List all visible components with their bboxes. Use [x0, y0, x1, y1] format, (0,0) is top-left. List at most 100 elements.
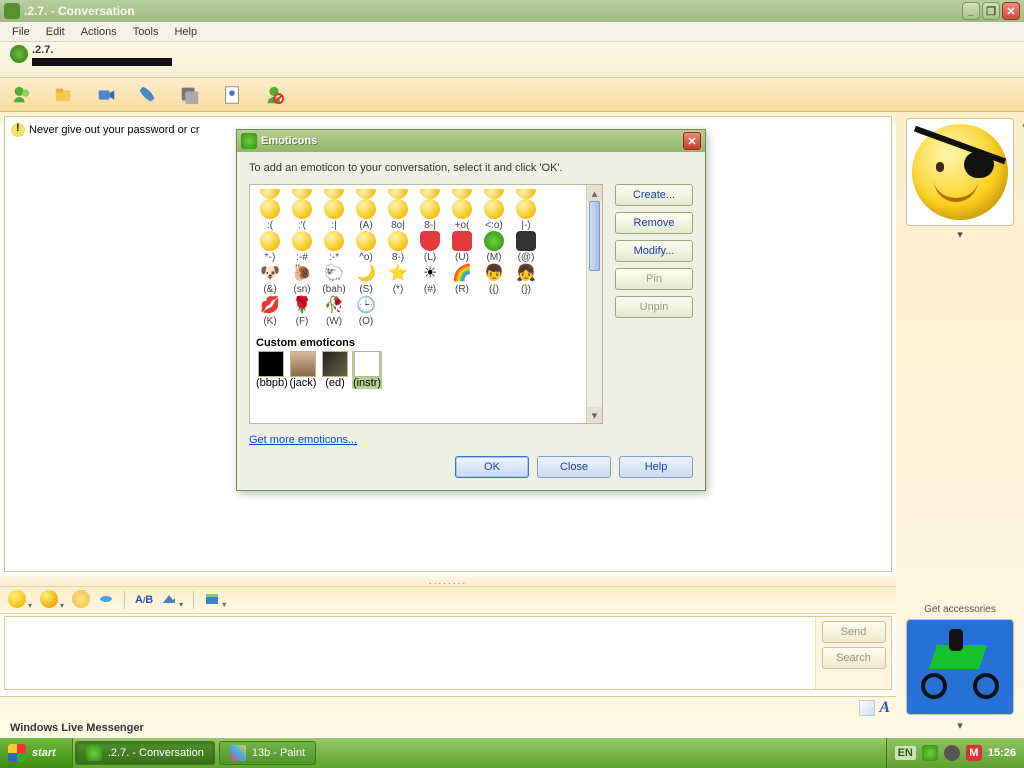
maximize-button[interactable]: ❐ — [982, 2, 1000, 20]
text-tab-icon[interactable]: A — [879, 699, 890, 717]
taskbar-item-conversation[interactable]: .2.7. - Conversation — [75, 741, 215, 765]
background-button[interactable]: ▾ — [161, 591, 183, 610]
send-file-button[interactable] — [50, 81, 78, 109]
menu-help[interactable]: Help — [166, 24, 205, 40]
emoticon-item[interactable]: (A) — [350, 199, 382, 231]
emoticon-item[interactable]: 🥀(W) — [318, 295, 350, 327]
emoticon-item[interactable]: 🌈(R) — [446, 263, 478, 295]
invite-button[interactable] — [8, 81, 36, 109]
voice-clip-button[interactable] — [72, 590, 90, 611]
scroll-down-button[interactable]: ▾ — [587, 407, 602, 423]
menu-edit[interactable]: Edit — [38, 24, 73, 40]
emoticon-item[interactable]: 🐑(bah) — [318, 263, 350, 295]
emoticon-item[interactable]: 🕒(O) — [350, 295, 382, 327]
send-button[interactable]: Send — [822, 621, 886, 643]
emoticon-item[interactable]: <:o) — [478, 199, 510, 231]
font-button[interactable]: A/B — [135, 594, 153, 606]
emoticon-list[interactable]: :(:'(:|(A)8o|8-|+o(<:o)|-) *-):-#:-*^o)8-… — [249, 184, 603, 424]
menu-file[interactable]: File — [4, 24, 38, 40]
video-call-button[interactable] — [92, 81, 120, 109]
emoticon-item[interactable] — [254, 189, 286, 199]
message-input[interactable] — [5, 617, 815, 689]
emoticon-item[interactable] — [382, 189, 414, 199]
menu-actions[interactable]: Actions — [73, 24, 125, 40]
emoticon-item[interactable]: 👧(}) — [510, 263, 542, 295]
emoticon-item[interactable]: (M) — [478, 231, 510, 263]
emoticon-item[interactable]: 🐌(sn) — [286, 263, 318, 295]
dialog-close-button[interactable]: ✕ — [683, 132, 701, 150]
emoticon-item[interactable] — [446, 189, 478, 199]
emoticon-item[interactable]: 8-| — [414, 199, 446, 231]
emoticon-item[interactable]: +o( — [446, 199, 478, 231]
packs-button[interactable]: ▾ — [204, 591, 226, 610]
search-button[interactable]: Search — [822, 647, 886, 669]
scroll-up-button[interactable]: ▴ — [587, 185, 602, 201]
emoticon-item[interactable]: ⭐(*) — [382, 263, 414, 295]
modify-emoticon-button[interactable]: Modify... — [615, 240, 693, 262]
emoticon-item[interactable] — [318, 189, 350, 199]
start-button[interactable]: start — [0, 738, 73, 768]
emoticon-item[interactable]: 8-) — [382, 231, 414, 263]
emoticon-item[interactable]: 🌙(S) — [350, 263, 382, 295]
tray-volume-icon[interactable] — [944, 745, 960, 761]
unpin-emoticon-button[interactable]: Unpin — [615, 296, 693, 318]
my-picture-menu[interactable]: ▾ — [900, 717, 1020, 734]
tray-antivirus-icon[interactable]: M — [966, 745, 982, 761]
close-button[interactable]: ✕ — [1002, 2, 1020, 20]
splitter-handle[interactable]: ........ — [0, 576, 896, 586]
get-more-emoticons-link[interactable]: Get more emoticons... — [249, 434, 357, 446]
remove-emoticon-button[interactable]: Remove — [615, 212, 693, 234]
dialog-close-footer-button[interactable]: Close — [537, 456, 611, 478]
custom-emoticon-item[interactable]: (jack) — [288, 351, 318, 389]
emoticon-item[interactable]: 🐶(&) — [254, 263, 286, 295]
contact-display-picture[interactable] — [906, 118, 1014, 226]
minimize-button[interactable]: _ — [962, 2, 980, 20]
voice-call-button[interactable] — [134, 81, 162, 109]
emoticon-item[interactable] — [286, 189, 318, 199]
custom-emoticon-item[interactable]: (ed) — [320, 351, 350, 389]
emoticon-item[interactable]: (U) — [446, 231, 478, 263]
clock[interactable]: 15:26 — [988, 747, 1016, 759]
emoticon-item[interactable]: :'( — [286, 199, 318, 231]
emoticon-item[interactable]: :| — [318, 199, 350, 231]
emoticon-item[interactable] — [350, 189, 382, 199]
emoticon-item[interactable] — [414, 189, 446, 199]
emoticon-item[interactable]: (L) — [414, 231, 446, 263]
taskbar-item-paint[interactable]: 13b - Paint — [219, 741, 316, 765]
emoticon-item[interactable]: ☀(#) — [414, 263, 446, 295]
activities-button[interactable] — [176, 81, 204, 109]
emoticon-scrollbar[interactable]: ▴ ▾ — [586, 185, 602, 423]
emoticon-item[interactable] — [478, 189, 510, 199]
emoticon-picker-button[interactable]: ▾ — [8, 590, 32, 611]
language-indicator[interactable]: EN — [895, 746, 916, 760]
emoticon-item[interactable]: |-) — [510, 199, 542, 231]
my-display-picture[interactable] — [906, 619, 1014, 715]
tray-msn-icon[interactable] — [922, 745, 938, 761]
emoticon-item[interactable]: 🌹(F) — [286, 295, 318, 327]
emoticon-item[interactable]: :-# — [286, 231, 318, 263]
wink-picker-button[interactable]: ▾ — [40, 590, 64, 611]
dialog-help-button[interactable]: Help — [619, 456, 693, 478]
menu-tools[interactable]: Tools — [125, 24, 167, 40]
games-button[interactable] — [218, 81, 246, 109]
emoticon-item[interactable]: (@) — [510, 231, 542, 263]
emoticon-item[interactable] — [510, 189, 542, 199]
handwriting-tab-icon[interactable] — [859, 700, 875, 716]
emoticon-item[interactable]: ^o) — [350, 231, 382, 263]
dialog-title-bar[interactable]: Emoticons ✕ — [237, 130, 705, 152]
custom-emoticon-item[interactable]: (bbpb) — [256, 351, 286, 389]
dialog-ok-button[interactable]: OK — [455, 456, 529, 478]
pin-emoticon-button[interactable]: Pin — [615, 268, 693, 290]
emoticon-item[interactable]: :( — [254, 199, 286, 231]
custom-emoticon-item[interactable]: (instr) — [352, 351, 382, 389]
emoticon-item[interactable]: 👦({) — [478, 263, 510, 295]
emoticon-item[interactable]: 8o| — [382, 199, 414, 231]
block-button[interactable] — [260, 81, 288, 109]
emoticon-item[interactable]: *-) — [254, 231, 286, 263]
scroll-thumb[interactable] — [589, 201, 600, 271]
nudge-button[interactable] — [98, 591, 114, 610]
display-picture-menu[interactable]: ▾ — [900, 226, 1020, 243]
emoticon-item[interactable]: :-* — [318, 231, 350, 263]
emoticon-item[interactable]: 💋(K) — [254, 295, 286, 327]
create-emoticon-button[interactable]: Create... — [615, 184, 693, 206]
